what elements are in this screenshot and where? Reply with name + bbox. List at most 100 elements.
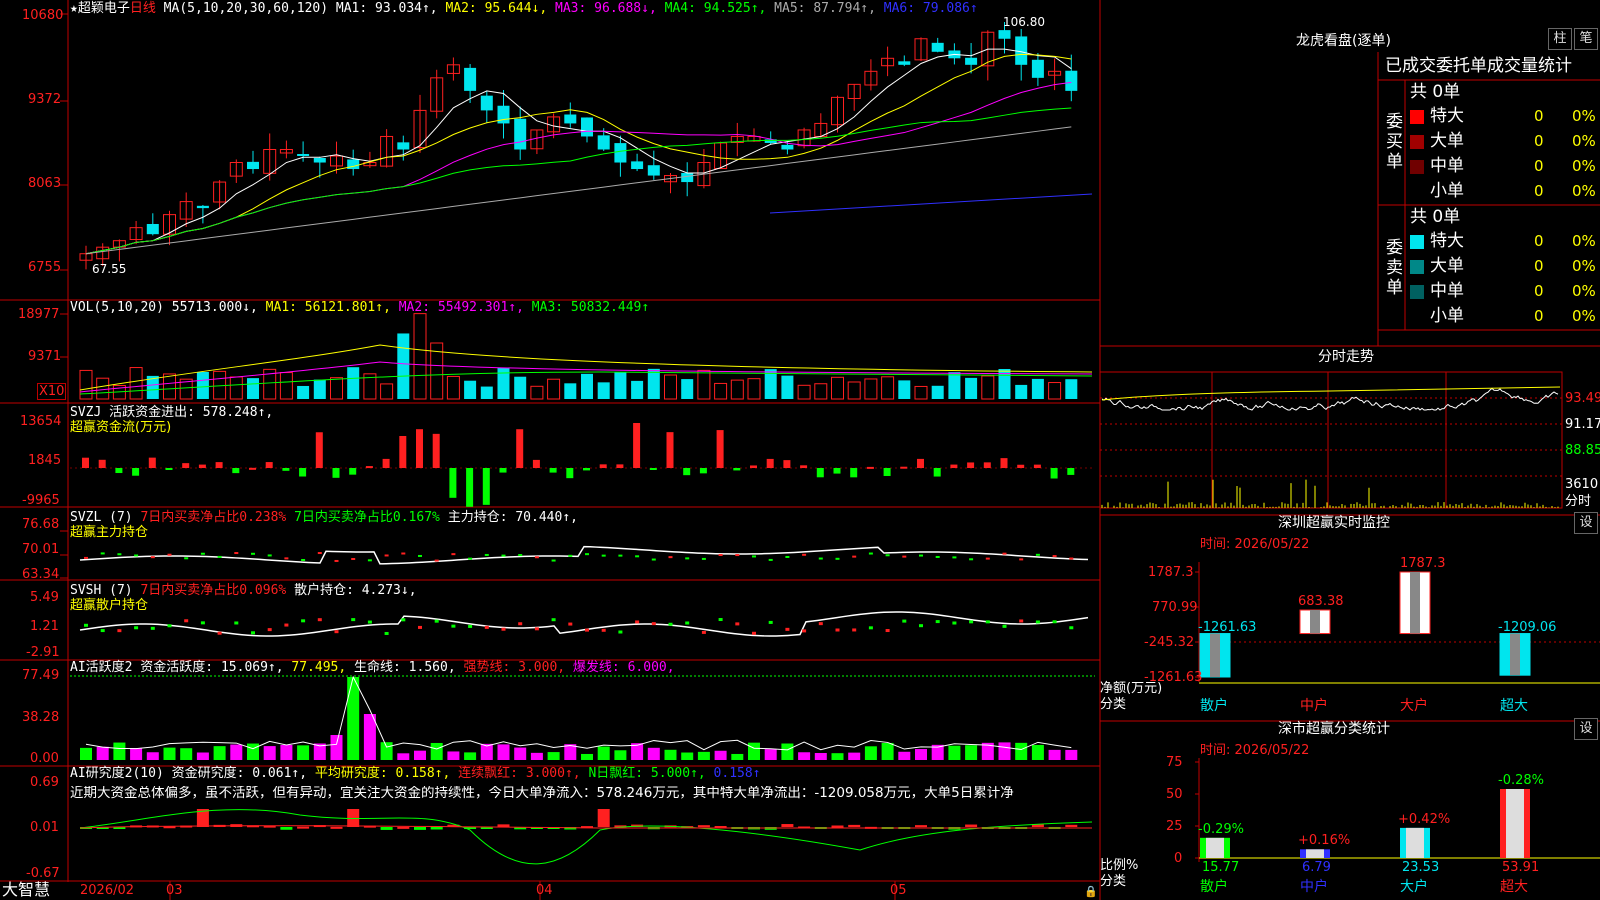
buy-row-swatch	[1410, 135, 1424, 149]
vol-legend: VOL(5,10,20) 55713.000↓, MA1: 56121.801↑…	[70, 300, 649, 315]
svzl-mark	[668, 556, 673, 559]
svzj-bar	[532, 459, 540, 468]
ma-legend-part-3: MA(5,10,20,30,60,120)	[155, 1, 336, 16]
ai2-bar	[146, 752, 159, 760]
vol-bar-up	[96, 377, 110, 400]
ai-bar	[297, 826, 310, 829]
classify-xlabel: 分类	[1100, 874, 1127, 889]
tab-volume-stats[interactable]: 成交量统计	[1487, 56, 1572, 76]
classify-settings-button[interactable]: 设	[1574, 718, 1598, 740]
ma-legend-part-1: 超颖电子	[77, 1, 130, 16]
ai2-bar	[864, 746, 877, 760]
vol-unit: X10	[37, 383, 67, 400]
ai2-bar	[363, 714, 376, 760]
classify-title: 深市超赢分类统计	[1278, 721, 1390, 737]
svzl-mark	[852, 555, 857, 558]
svsh-mark	[969, 620, 974, 624]
candle-down	[931, 42, 944, 52]
ai2-bar	[497, 744, 510, 760]
bar-mode-button[interactable]: 柱	[1548, 28, 1572, 50]
classify-cat-3: 超大	[1500, 879, 1528, 895]
buy-row-name: 中单	[1430, 156, 1464, 176]
svsh-mark	[835, 628, 840, 632]
vol-bar-down	[514, 376, 527, 399]
ma-legend-part-6: MA3: 96.688↓,	[547, 1, 657, 16]
buy-row-count: 0	[1534, 182, 1544, 200]
chart-area[interactable]: ★超颖电子日线 MA(5,10,20,30,60,120) MA1: 93.03…	[0, 0, 1100, 900]
monitor-title: 深圳超赢实时监控	[1278, 515, 1390, 531]
monitor-time: 时间: 2026/05/22	[1200, 537, 1310, 552]
svzl-mark	[785, 555, 790, 558]
svsh-mark	[785, 627, 790, 631]
ai2-bar	[280, 744, 293, 760]
classify-change-1: +0.16%	[1298, 833, 1351, 849]
svzj-bar	[182, 463, 190, 468]
vol-bar-down	[931, 385, 944, 399]
sell-row-pct: 0%	[1572, 257, 1596, 275]
vol-bar-down	[948, 372, 961, 399]
vol-bar-up	[530, 385, 544, 400]
monitor-settings-button[interactable]: 设	[1574, 512, 1598, 534]
svzl-mark	[301, 558, 306, 561]
vol-bar-up	[747, 378, 761, 400]
ai-legend-part-0: AI研究度2(10) 资金研究度: 0.061↑,	[70, 766, 308, 781]
ma-legend: ★超颖电子日线 MA(5,10,20,30,60,120) MA1: 93.03…	[70, 1, 978, 16]
buy-row-name: 特大	[1430, 106, 1464, 126]
ai-activity-legend: AI活跃度2 资金活跃度: 15.069↑, 77.495, 生命线: 1.56…	[70, 660, 675, 675]
vol-bar-down	[313, 379, 326, 399]
ai2-legend-part-0: AI活跃度2 资金活跃度: 15.069↑,	[70, 660, 284, 675]
date-label-3: 04	[536, 883, 553, 898]
classify-value-0: 15.77	[1202, 860, 1240, 875]
intraday-vol-label: 3610	[1565, 477, 1599, 492]
vol-bar-down	[631, 380, 644, 399]
sell-row-count: 0	[1534, 232, 1544, 250]
svsh-mark	[401, 618, 406, 622]
svsh-mark	[585, 628, 589, 632]
pen-mode-button[interactable]: 笔	[1574, 28, 1598, 50]
lock-icon[interactable]: 🔒	[1084, 884, 1098, 899]
svzj-bar	[1067, 468, 1075, 475]
vol-bar-up	[847, 381, 861, 400]
buy-row-count: 0	[1534, 107, 1544, 125]
svsh-mark	[518, 622, 523, 626]
ai2-bar	[330, 735, 343, 760]
monitor-value-1: 683.38	[1298, 594, 1344, 610]
svzj-bar	[299, 468, 307, 477]
tab-traded[interactable]: 已成交	[1385, 56, 1436, 76]
ai2-bar	[748, 742, 760, 760]
sell-side-label: 委卖单	[1386, 238, 1403, 298]
vol-bar-down	[464, 380, 477, 399]
svzl-mark	[768, 558, 773, 561]
ai-legend-part-3: N日飘红: 5.000↑,	[580, 766, 706, 781]
svsh-mark	[251, 631, 255, 635]
sell-row-name: 特大	[1430, 231, 1464, 251]
sell-total: 共 0单	[1410, 207, 1461, 227]
svsh-mark	[100, 629, 105, 633]
svsh-mark	[818, 622, 823, 626]
svzj-bar	[1017, 464, 1025, 468]
svzl-mark	[334, 559, 339, 562]
svzj-bar	[232, 468, 240, 474]
ai-bar	[781, 824, 794, 827]
svzl-label-2: 70.01	[22, 542, 60, 557]
svsh-mark	[184, 619, 189, 623]
monitor-bar	[1299, 609, 1331, 635]
ai2-bar	[1048, 749, 1061, 760]
classify-ylabel: 比例%	[1100, 858, 1139, 873]
svzj-bar	[115, 468, 123, 474]
svzj-bar	[365, 466, 373, 469]
svsh-mark	[668, 622, 673, 626]
vol-bar-down	[647, 368, 660, 399]
ai2-bar	[196, 752, 209, 760]
high-label: 106.80	[1003, 15, 1045, 29]
chart-canvas[interactable]	[0, 0, 1100, 900]
svzl-mark	[534, 556, 539, 559]
svzj-bar	[583, 468, 590, 471]
classify-bar	[1200, 837, 1230, 858]
ma120-line	[769, 193, 1093, 214]
ai2-bar	[297, 745, 310, 760]
svzl-mark	[651, 558, 656, 561]
ai-line	[79, 809, 1093, 865]
tab-orders[interactable]: 委托单	[1436, 56, 1487, 76]
ai2-bar	[447, 751, 460, 760]
